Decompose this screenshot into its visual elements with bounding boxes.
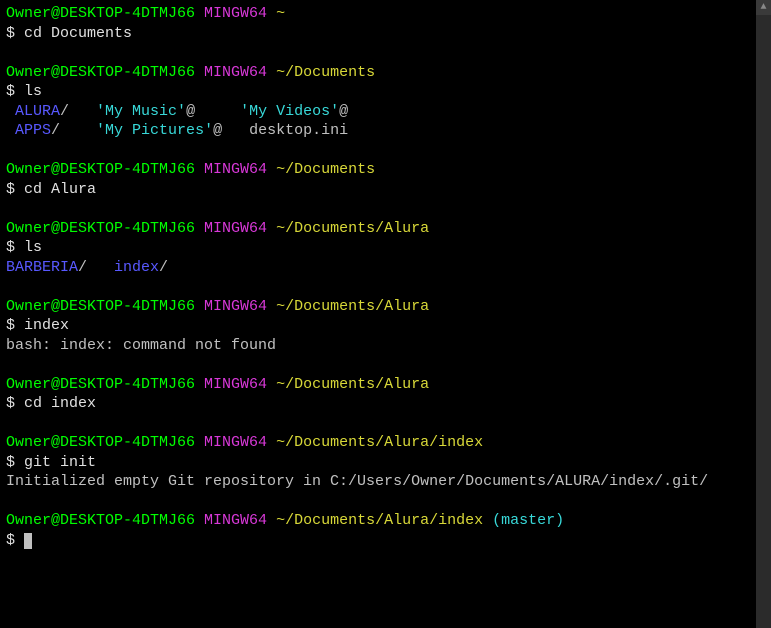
prompt-line: Owner@DESKTOP-4DTMJ66 MINGW64 ~/Document… [6, 160, 750, 180]
command: ls [24, 83, 42, 100]
command: ls [24, 239, 42, 256]
shell-label: MINGW64 [204, 298, 267, 315]
cursor [24, 533, 32, 549]
prompt-line: Owner@DESKTOP-4DTMJ66 MINGW64 ~ [6, 4, 750, 24]
prompt-line: Owner@DESKTOP-4DTMJ66 MINGW64 ~/Document… [6, 63, 750, 83]
path: ~/Documents [276, 64, 375, 81]
prompt-line: Owner@DESKTOP-4DTMJ66 MINGW64 ~/Document… [6, 433, 750, 453]
command-line: $ cd index [6, 394, 750, 414]
dollar: $ [6, 239, 24, 256]
command-line: $ cd Alura [6, 180, 750, 200]
command: index [24, 317, 69, 334]
shell-label: MINGW64 [204, 5, 267, 22]
ls-output-line: BARBERIA/ index/ [6, 258, 750, 278]
symlink-entry: 'My Music' [96, 103, 186, 120]
command-line: $ index [6, 316, 750, 336]
path: ~/Documents [276, 161, 375, 178]
path: ~/Documents/Alura [276, 298, 429, 315]
shell-label: MINGW64 [204, 434, 267, 451]
git-branch: (master) [492, 512, 564, 529]
command: cd Documents [24, 25, 132, 42]
user-host: Owner@DESKTOP-4DTMJ66 [6, 434, 195, 451]
prompt-line: Owner@DESKTOP-4DTMJ66 MINGW64 ~/Document… [6, 219, 750, 239]
dollar: $ [6, 454, 24, 471]
user-host: Owner@DESKTOP-4DTMJ66 [6, 161, 195, 178]
dollar: $ [6, 181, 24, 198]
blank-line [6, 141, 750, 161]
blank-line [6, 414, 750, 434]
user-host: Owner@DESKTOP-4DTMJ66 [6, 5, 195, 22]
prompt-line: Owner@DESKTOP-4DTMJ66 MINGW64 ~/Document… [6, 297, 750, 317]
command-line[interactable]: $ [6, 531, 750, 551]
command-line: $ git init [6, 453, 750, 473]
command: git init [24, 454, 96, 471]
path: ~/Documents/Alura [276, 376, 429, 393]
shell-label: MINGW64 [204, 64, 267, 81]
shell-label: MINGW64 [204, 512, 267, 529]
symlink-entry: 'My Videos' [240, 103, 339, 120]
shell-label: MINGW64 [204, 161, 267, 178]
blank-line [6, 355, 750, 375]
path: ~/Documents/Alura/index [276, 512, 483, 529]
command: cd Alura [24, 181, 96, 198]
dir-entry: ALURA [6, 103, 60, 120]
user-host: Owner@DESKTOP-4DTMJ66 [6, 298, 195, 315]
git-output: Initialized empty Git repository in C:/U… [6, 472, 750, 492]
dollar: $ [6, 25, 24, 42]
scroll-up-arrow-icon[interactable]: ▲ [756, 0, 771, 15]
error-output: bash: index: command not found [6, 336, 750, 356]
prompt-line: Owner@DESKTOP-4DTMJ66 MINGW64 ~/Document… [6, 375, 750, 395]
dollar: $ [6, 317, 24, 334]
blank-line [6, 492, 750, 512]
user-host: Owner@DESKTOP-4DTMJ66 [6, 376, 195, 393]
prompt-line: Owner@DESKTOP-4DTMJ66 MINGW64 ~/Document… [6, 511, 750, 531]
dollar: $ [6, 395, 24, 412]
dir-entry: BARBERIA [6, 259, 78, 276]
user-host: Owner@DESKTOP-4DTMJ66 [6, 512, 195, 529]
file-entry: desktop.ini [249, 122, 348, 139]
user-host: Owner@DESKTOP-4DTMJ66 [6, 64, 195, 81]
blank-line [6, 277, 750, 297]
ls-output-line: ALURA/ 'My Music'@ 'My Videos'@ [6, 102, 750, 122]
dir-entry: index [114, 259, 159, 276]
ls-output-line: APPS/ 'My Pictures'@ desktop.ini [6, 121, 750, 141]
command-line: $ ls [6, 238, 750, 258]
dollar: $ [6, 83, 24, 100]
command-line: $ cd Documents [6, 24, 750, 44]
scrollbar[interactable]: ▲ [756, 0, 771, 628]
terminal-output[interactable]: Owner@DESKTOP-4DTMJ66 MINGW64 ~ $ cd Doc… [0, 0, 756, 628]
symlink-entry: 'My Pictures' [96, 122, 213, 139]
shell-label: MINGW64 [204, 220, 267, 237]
shell-label: MINGW64 [204, 376, 267, 393]
path: ~ [276, 5, 285, 22]
dir-entry: APPS [6, 122, 51, 139]
blank-line [6, 43, 750, 63]
blank-line [6, 199, 750, 219]
command: cd index [24, 395, 96, 412]
command-line: $ ls [6, 82, 750, 102]
user-host: Owner@DESKTOP-4DTMJ66 [6, 220, 195, 237]
path: ~/Documents/Alura [276, 220, 429, 237]
path: ~/Documents/Alura/index [276, 434, 483, 451]
dollar: $ [6, 532, 24, 549]
